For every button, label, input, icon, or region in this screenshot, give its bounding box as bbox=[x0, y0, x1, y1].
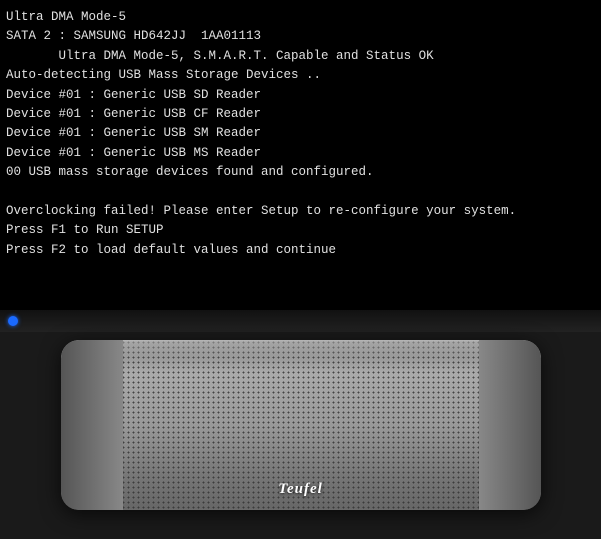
bios-screen: Ultra DMA Mode-5SATA 2 : SAMSUNG HD642JJ… bbox=[0, 0, 601, 310]
power-led bbox=[8, 316, 18, 326]
bios-line: Press F2 to load default values and cont… bbox=[6, 241, 595, 260]
speaker-body: Teufel bbox=[61, 340, 541, 510]
bios-line: Device #01 : Generic USB MS Reader bbox=[6, 144, 595, 163]
bios-line: Device #01 : Generic USB CF Reader bbox=[6, 105, 595, 124]
speaker-brand-label: Teufel bbox=[278, 481, 323, 498]
speaker-highlight bbox=[71, 340, 531, 358]
speaker-left-panel bbox=[61, 340, 123, 510]
bios-line: Ultra DMA Mode-5, S.M.A.R.T. Capable and… bbox=[6, 47, 595, 66]
bios-line: Auto-detecting USB Mass Storage Devices … bbox=[6, 66, 595, 85]
speaker-section: Teufel bbox=[0, 310, 601, 539]
bios-line: Press F1 to Run SETUP bbox=[6, 221, 595, 240]
bios-line: Device #01 : Generic USB SD Reader bbox=[6, 86, 595, 105]
bios-line: 00 USB mass storage devices found and co… bbox=[6, 163, 595, 182]
speaker-right-panel bbox=[479, 340, 541, 510]
monitor-bezel bbox=[0, 310, 601, 332]
bios-line bbox=[6, 182, 595, 201]
bios-line: Device #01 : Generic USB SM Reader bbox=[6, 124, 595, 143]
bios-line: Overclocking failed! Please enter Setup … bbox=[6, 202, 595, 221]
bios-output: Ultra DMA Mode-5SATA 2 : SAMSUNG HD642JJ… bbox=[6, 8, 595, 260]
bios-line: SATA 2 : SAMSUNG HD642JJ 1AA01113 bbox=[6, 27, 595, 46]
bios-line: Ultra DMA Mode-5 bbox=[6, 8, 595, 27]
